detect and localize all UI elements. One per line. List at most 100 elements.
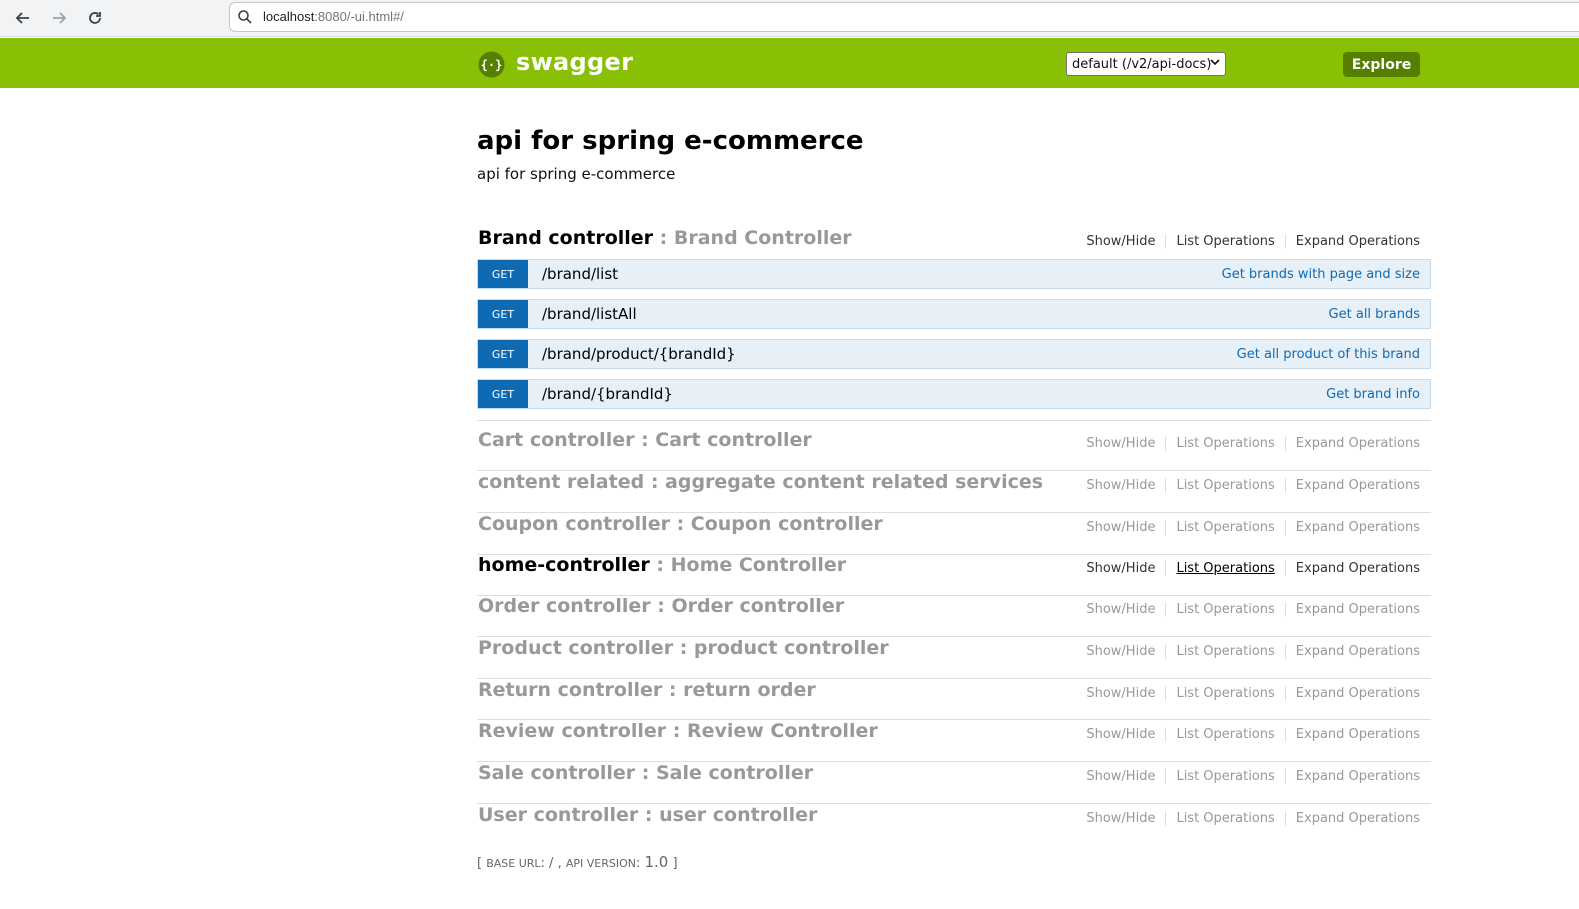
list-operations-link[interactable]: List Operations [1165, 478, 1284, 493]
footer-bracket: ] [668, 856, 678, 871]
operation-row[interactable]: GET /brand/list Get brands with page and… [477, 259, 1431, 289]
list-operations-link[interactable]: List Operations [1165, 644, 1284, 659]
show-hide-link[interactable]: Show/Hide [1076, 520, 1165, 535]
resource-content-related: content related : aggregate content rela… [477, 471, 1431, 513]
reload-icon[interactable] [83, 6, 107, 30]
operation-summary[interactable]: Get brands with page and size [1222, 267, 1420, 282]
address-bar[interactable]: localhost:8080/-ui.html#/ [229, 2, 1579, 32]
base-url-value: : / , [540, 856, 566, 871]
resource-actions: Show/Hide List Operations Expand Operation… [1076, 561, 1420, 576]
resource-title[interactable]: Coupon controller : Coupon controller [478, 513, 883, 535]
resource-title[interactable]: Cart controller : Cart controller [478, 429, 812, 451]
resource-cart-controller: Cart controller : Cart controller Show/H… [477, 429, 1431, 471]
operation-summary[interactable]: Get all product of this brand [1237, 347, 1420, 362]
show-hide-link[interactable]: Show/Hide [1076, 727, 1165, 742]
expand-operations-link[interactable]: Expand Operations [1284, 602, 1420, 617]
api-version-label: Api Version [565, 857, 636, 870]
show-hide-link[interactable]: Show/Hide [1076, 686, 1165, 701]
list-operations-link[interactable]: List Operations [1165, 769, 1284, 784]
show-hide-link[interactable]: Show/Hide [1076, 561, 1165, 576]
resource-title[interactable]: Order controller : Order controller [478, 595, 844, 617]
resource-actions: Show/Hide List Operations Expand Operation… [1076, 727, 1420, 742]
resource-actions: Show/Hide List Operations Expand Operation… [1076, 602, 1420, 617]
resource-title[interactable]: Review controller : Review Controller [478, 720, 878, 742]
operation-summary[interactable]: Get all brands [1329, 307, 1420, 322]
http-method-badge[interactable]: GET [478, 340, 528, 368]
resource-order-controller: Order controller : Order controller Show… [477, 595, 1431, 637]
api-spec-select[interactable]: default (/v2/api-docs) [1066, 52, 1226, 76]
explore-button[interactable]: Explore [1343, 52, 1420, 77]
list-operations-link[interactable]: List Operations [1165, 727, 1284, 742]
operation-row[interactable]: GET /brand/product/{brandId} Get all pro… [477, 339, 1431, 369]
show-hide-link[interactable]: Show/Hide [1076, 436, 1165, 451]
base-url-label: Base URL [486, 857, 541, 870]
swagger-logo-icon: {·} [478, 51, 505, 78]
page-title: api for spring e-commerce [477, 126, 864, 156]
resource-actions: Show/Hide List Operations Expand Operation… [1076, 686, 1420, 701]
search-icon [238, 10, 252, 24]
footer-bracket: [ [477, 856, 487, 871]
url-text: localhost:8080/-ui.html#/ [263, 9, 404, 24]
expand-operations-link[interactable]: Expand Operations [1284, 769, 1420, 784]
operation-row[interactable]: GET /brand/{brandId} Get brand info [477, 379, 1431, 409]
http-method-badge[interactable]: GET [478, 300, 528, 328]
divider [477, 420, 1431, 421]
browser-toolbar: localhost:8080/-ui.html#/ [0, 0, 1579, 37]
operation-summary[interactable]: Get brand info [1326, 387, 1420, 402]
resource-return-controller: Return controller : return order Show/Hi… [477, 679, 1431, 720]
list-operations-link[interactable]: List Operations [1165, 436, 1284, 451]
svg-text:{·}: {·} [481, 58, 503, 72]
operation-path[interactable]: /brand/list [542, 265, 618, 283]
resource-title[interactable]: User controller : user controller [478, 804, 817, 826]
expand-operations-link[interactable]: Expand Operations [1284, 644, 1420, 659]
list-operations-link[interactable]: List Operations [1165, 561, 1284, 576]
expand-operations-link[interactable]: Expand Operations [1284, 811, 1420, 826]
resource-actions: Show/Hide List Operations Expand Operation… [1076, 436, 1420, 451]
resource-brand-controller: Brand controller : Brand Controller Show… [477, 227, 1431, 421]
resource-title[interactable]: Brand controller : Brand Controller [478, 227, 852, 249]
list-operations-link[interactable]: List Operations [1165, 520, 1284, 535]
api-version-value: 1.0 [644, 853, 669, 871]
resource-actions: Show/Hide List Operations Expand Operati… [1076, 234, 1420, 249]
swagger-brand: swagger [516, 48, 634, 76]
expand-operations-link[interactable]: Expand Operations [1284, 727, 1420, 742]
operation-path[interactable]: /brand/{brandId} [542, 385, 673, 403]
expand-operations-link[interactable]: Expand Operations [1284, 478, 1420, 493]
http-method-badge[interactable]: GET [478, 380, 528, 408]
resource-coupon-controller: Coupon controller : Coupon controller Sh… [477, 513, 1431, 555]
show-hide-link[interactable]: Show/Hide [1076, 478, 1165, 493]
show-hide-link[interactable]: Show/Hide [1076, 769, 1165, 784]
operation-path[interactable]: /brand/product/{brandId} [542, 345, 736, 363]
show-hide-link[interactable]: Show/Hide [1076, 644, 1165, 659]
operation-path[interactable]: /brand/listAll [542, 305, 637, 323]
resource-home-controller: home-controller : Home Controller Show/H… [477, 554, 1431, 596]
api-spec-select-value: default (/v2/api-docs) [1072, 56, 1212, 72]
expand-operations-link[interactable]: Expand Operations [1284, 561, 1420, 576]
show-hide-link[interactable]: Show/Hide [1076, 234, 1165, 249]
back-arrow-icon[interactable] [11, 6, 35, 30]
operation-row[interactable]: GET /brand/listAll Get all brands [477, 299, 1431, 329]
resource-user-controller: User controller : user controller Show/H… [477, 804, 1431, 846]
resource-title[interactable]: content related : aggregate content rela… [478, 471, 1043, 493]
expand-operations-link[interactable]: Expand Operations [1284, 436, 1420, 451]
resource-title[interactable]: Return controller : return order [478, 679, 816, 701]
expand-operations-link[interactable]: Expand Operations [1284, 686, 1420, 701]
list-operations-link[interactable]: List Operations [1165, 234, 1284, 249]
api-info-footer: [ Base URL: / , Api Version: 1.0 ] [477, 853, 678, 871]
http-method-badge[interactable]: GET [478, 260, 528, 288]
list-operations-link[interactable]: List Operations [1165, 811, 1284, 826]
chevron-down-icon [1210, 57, 1220, 70]
resource-title[interactable]: Sale controller : Sale controller [478, 762, 813, 784]
forward-arrow-icon[interactable] [47, 6, 71, 30]
resource-sale-controller: Sale controller : Sale controller Show/H… [477, 762, 1431, 804]
show-hide-link[interactable]: Show/Hide [1076, 602, 1165, 617]
list-operations-link[interactable]: List Operations [1165, 602, 1284, 617]
expand-operations-link[interactable]: Expand Operations [1284, 520, 1420, 535]
resource-actions: Show/Hide List Operations Expand Operation… [1076, 520, 1420, 535]
expand-operations-link[interactable]: Expand Operations [1284, 234, 1420, 249]
resource-actions: Show/Hide List Operations Expand Operation… [1076, 811, 1420, 826]
resource-title[interactable]: Product controller : product controller [478, 637, 889, 659]
resource-title[interactable]: home-controller : Home Controller [478, 554, 846, 576]
show-hide-link[interactable]: Show/Hide [1076, 811, 1165, 826]
list-operations-link[interactable]: List Operations [1165, 686, 1284, 701]
